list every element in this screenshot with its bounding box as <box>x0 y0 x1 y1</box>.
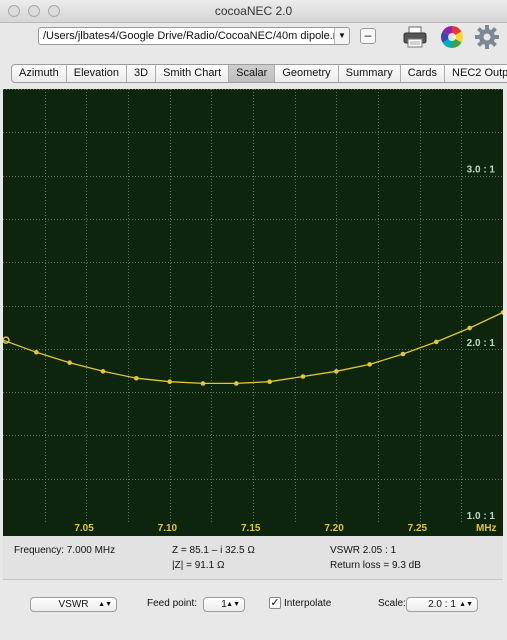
printer-icon[interactable] <box>402 24 428 50</box>
scale-value: 2.0 : 1 <box>428 599 456 610</box>
tab-elevation[interactable]: Elevation <box>67 65 128 82</box>
view-tabs: Azimuth Elevation 3D Smith Chart Scalar … <box>11 64 507 83</box>
x-tick-label: 7.10 <box>157 523 178 534</box>
tab-scalar[interactable]: Scalar <box>229 65 276 82</box>
chevron-updown-icon: ▲▼ <box>459 601 473 608</box>
data-point <box>400 351 406 357</box>
tab-smith-chart[interactable]: Smith Chart <box>156 65 230 82</box>
y-tick-label: 2.0 : 1 <box>467 338 496 349</box>
chevron-updown-icon: ▲▼ <box>226 601 240 608</box>
return-loss-readout: Return loss = 9.3 dB <box>330 560 421 571</box>
toolbar: /Users/jlbates4/Google Drive/Radio/Cocoa… <box>0 22 507 60</box>
impedance-magnitude-readout: |Z| = 91.1 Ω <box>172 560 225 571</box>
x-axis: 7.05 7.10 7.15 7.20 7.25 MHz <box>3 522 503 536</box>
data-point <box>100 369 106 374</box>
file-path-text: /Users/jlbates4/Google Drive/Radio/Cocoa… <box>43 30 350 42</box>
data-point <box>467 325 472 331</box>
tab-geometry[interactable]: Geometry <box>275 65 339 82</box>
window-title: cocoaNEC 2.0 <box>214 4 293 18</box>
file-path-select[interactable]: /Users/jlbates4/Google Drive/Radio/Cocoa… <box>38 27 350 45</box>
x-tick-label: 7.25 <box>407 523 428 534</box>
data-point <box>67 360 72 365</box>
data-point <box>267 379 272 385</box>
x-tick-label: 7.15 <box>241 523 261 534</box>
readout-panel: Frequency: 7.000 MHz Z = 85.1 – i 32.5 Ω… <box>3 536 503 580</box>
data-point <box>167 379 172 385</box>
remove-file-button[interactable]: – <box>360 28 376 44</box>
bottom-controls: VSWR ▲▼ Feed point: 1 ▲▼ ✓ Interpolate S… <box>0 580 507 640</box>
y-tick-label: 1.0 : 1 <box>467 511 496 522</box>
data-point <box>200 381 206 386</box>
scale-select[interactable]: 2.0 : 1 ▲▼ <box>406 597 478 612</box>
feed-point-select[interactable]: 1 ▲▼ <box>203 597 245 612</box>
impedance-readout: Z = 85.1 – i 32.5 Ω <box>172 545 255 556</box>
gear-icon[interactable] <box>474 24 500 50</box>
data-point <box>434 339 439 345</box>
color-wheel-icon[interactable] <box>439 24 465 50</box>
scale-label: Scale: <box>378 598 406 609</box>
chevron-down-icon: ▼ <box>334 28 349 44</box>
y-tick-label: 3.0 : 1 <box>467 165 496 176</box>
x-tick-label: 7.20 <box>324 523 344 534</box>
x-unit-label: MHz <box>476 523 497 534</box>
tab-nec2-output[interactable]: NEC2 Output <box>445 65 507 82</box>
frequency-readout: Frequency: 7.000 MHz <box>14 545 116 556</box>
vswr-plot-canvas: 3.0 : 1 2.0 : 1 1.0 : 1 <box>3 89 503 522</box>
tab-cards[interactable]: Cards <box>401 65 446 82</box>
interpolate-label: Interpolate <box>284 598 332 609</box>
data-point <box>234 381 239 386</box>
data-point <box>134 375 139 381</box>
x-tick-label: 7.05 <box>74 523 94 534</box>
feed-point-label: Feed point: <box>147 598 198 609</box>
vswr-readout: VSWR 2.05 : 1 <box>330 545 397 556</box>
tab-summary[interactable]: Summary <box>339 65 401 82</box>
data-point <box>334 369 339 374</box>
data-point <box>34 349 39 355</box>
plot-type-select[interactable]: VSWR ▲▼ <box>30 597 117 612</box>
title-bar: cocoaNEC 2.0 <box>0 0 507 23</box>
interpolate-checkbox[interactable]: ✓ <box>269 597 281 609</box>
tab-azimuth[interactable]: Azimuth <box>12 65 67 82</box>
chevron-updown-icon: ▲▼ <box>98 601 112 608</box>
tab-3d[interactable]: 3D <box>127 65 157 82</box>
data-point <box>367 362 372 367</box>
vswr-plot[interactable]: 3.0 : 1 2.0 : 1 1.0 : 1 <box>3 89 503 522</box>
data-point <box>300 374 306 379</box>
plot-type-value: VSWR <box>58 599 89 610</box>
